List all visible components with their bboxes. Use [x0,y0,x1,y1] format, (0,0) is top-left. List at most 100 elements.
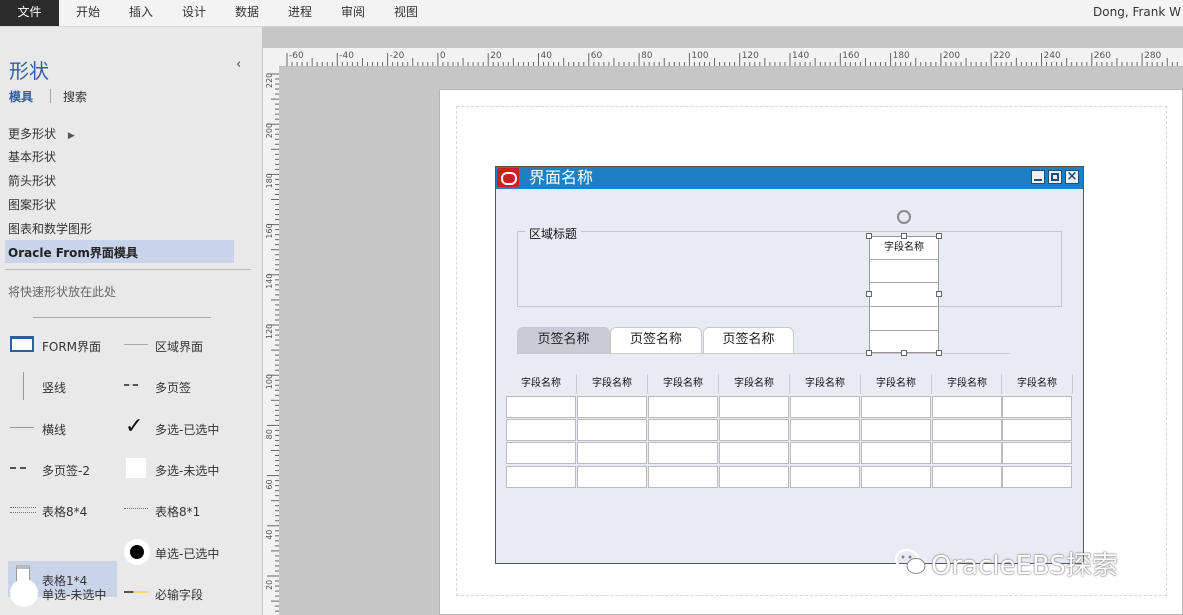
region-title[interactable]: 区域标题 [525,225,582,242]
table-cell[interactable] [719,466,789,488]
table-cell[interactable] [790,466,860,488]
table-cell[interactable] [648,442,718,464]
table-cell[interactable] [719,396,789,418]
column-divider [789,374,790,394]
horizontal-ruler: -60 -40 -20 0 20 40 60 80 100 120 140 160 180 200 220 2… [263,48,1183,67]
region-frame[interactable] [517,231,1062,307]
radio-checked-icon [124,539,150,565]
minimize-icon [1031,170,1045,184]
table-cell[interactable] [1002,466,1072,488]
table-cell[interactable] [790,442,860,464]
table-cell[interactable] [790,419,860,441]
stencil-radio-unchecked[interactable]: 单选-未选中 [5,575,117,611]
form-tab-3[interactable]: 页签名称 [703,327,794,353]
table-header: 字段名称 [805,378,845,389]
ruler-label: 40 [541,51,553,61]
tab-stencil[interactable]: 模具 [9,88,33,105]
table-cell[interactable] [1002,396,1072,418]
ruler-label: 200 [943,51,960,61]
table-cell[interactable] [506,419,576,441]
resize-handle[interactable] [936,233,942,239]
collapse-panel-icon[interactable]: ‹ [236,57,241,72]
checkbox-empty-icon [126,458,146,478]
stencil-label: 单选-未选中 [42,588,107,602]
menu-review[interactable]: 审阅 [341,0,365,26]
table-cell[interactable] [1002,442,1072,464]
resize-handle[interactable] [936,291,942,297]
stencil-checkbox-checked[interactable]: ✓ 多选-已选中 [118,410,250,446]
selected-field-shape[interactable] [869,236,939,353]
menu-view[interactable]: 视图 [394,0,418,26]
table-cell[interactable] [648,466,718,488]
menu-home[interactable]: 开始 [76,0,100,26]
tab-search[interactable]: 搜索 [63,88,87,105]
form-window-shape[interactable] [495,166,1084,564]
category-charts-math[interactable]: 图表和数学图形 [8,220,92,237]
menu-insert[interactable]: 插入 [129,0,153,26]
form-title[interactable]: 界面名称 [529,167,593,189]
field-row-divider [870,306,938,307]
resize-handle[interactable] [866,291,872,297]
table-header: 字段名称 [1017,378,1057,389]
table-cell[interactable] [577,396,647,418]
stencil-multi-tab-2[interactable]: 多页签-2 [5,451,117,487]
stencil-region[interactable]: 区域界面 [118,327,250,363]
table-cell[interactable] [506,396,576,418]
table-cell[interactable] [932,442,1002,464]
table-header: 字段名称 [592,378,632,389]
table-cell[interactable] [506,466,576,488]
stencil-horizontal-line[interactable]: 横线 [5,410,117,446]
table-cell[interactable] [577,442,647,464]
quick-shapes-hint: 将快速形状放在此处 [8,285,117,299]
category-pattern-shapes[interactable]: 图案形状 [8,196,56,213]
category-arrow-shapes[interactable]: 箭头形状 [8,172,56,189]
stencil-vertical-line[interactable]: 竖线 [5,368,117,404]
table-cell[interactable] [648,419,718,441]
form-tab-1[interactable]: 页签名称 [517,327,610,353]
category-basic-shapes[interactable]: 基本形状 [8,148,56,165]
form-tab-2[interactable]: 页签名称 [610,327,702,353]
ruler-label: 120 [265,324,274,339]
table-cell[interactable] [506,442,576,464]
table-cell[interactable] [1002,419,1072,441]
stencil-form-window[interactable]: FORM界面 [5,327,117,363]
table-icon [10,507,36,513]
menu-file[interactable]: 文件 [0,0,59,26]
vertical-ruler: 220 200 180 160 140 120 100 80 60 40 20 [263,66,280,615]
menu-design[interactable]: 设计 [182,0,206,26]
table-cell[interactable] [932,419,1002,441]
stencil-required-field[interactable]: 必输字段 [118,575,250,611]
stencil-radio-checked[interactable]: 单选-已选中 [118,534,250,570]
table-cell[interactable] [790,396,860,418]
menu-bar: 文件 开始 插入 设计 数据 进程 审阅 视图 Dong, Frank W [0,0,1183,27]
stencil-table-8x4[interactable]: 表格8*4 [5,492,117,528]
table-cell[interactable] [932,396,1002,418]
table-cell[interactable] [719,442,789,464]
column-divider [1072,374,1073,394]
stencil-table-8x1[interactable]: 表格8*1 [118,492,250,528]
resize-handle[interactable] [936,350,942,356]
category-more-shapes[interactable]: 更多形状 ▶ [8,125,75,142]
stencil-checkbox-unchecked[interactable]: 多选-未选中 [118,451,250,487]
panel-title: 形状 [9,59,49,83]
resize-handle[interactable] [901,350,907,356]
table-cell[interactable] [861,419,931,441]
menu-process[interactable]: 进程 [288,0,312,26]
table-cell[interactable] [932,466,1002,488]
table-cell[interactable] [577,419,647,441]
resize-handle[interactable] [866,233,872,239]
table-cell[interactable] [648,396,718,418]
checkmark-icon: ✓ [125,414,144,439]
table-cell[interactable] [861,396,931,418]
rotate-handle-icon[interactable] [897,210,911,224]
menu-data[interactable]: 数据 [235,0,259,26]
table-cell[interactable] [719,419,789,441]
table-cell[interactable] [861,466,931,488]
table-cell[interactable] [861,442,931,464]
resize-handle[interactable] [901,233,907,239]
stencil-multi-tab[interactable]: 多页签 [118,368,250,404]
category-oracle-form-stencil[interactable]: Oracle From界面模具 [8,244,138,261]
table-cell[interactable] [577,466,647,488]
user-account[interactable]: Dong, Frank W [1093,0,1181,25]
resize-handle[interactable] [866,350,872,356]
